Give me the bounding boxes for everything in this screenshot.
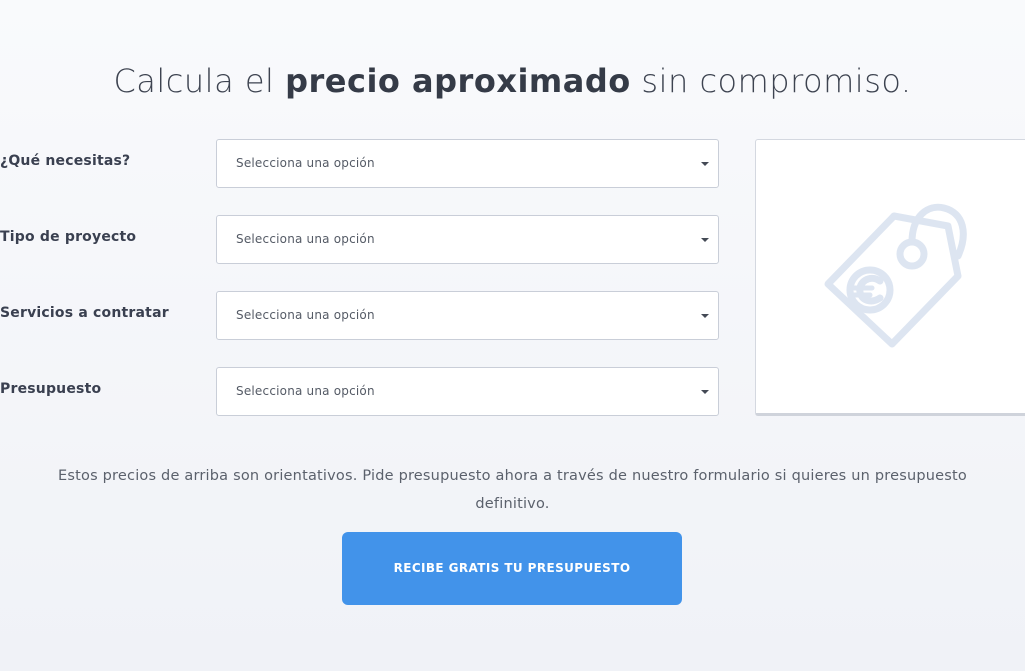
select-project-type[interactable]: Selecciona una opción bbox=[216, 215, 719, 264]
page-title: Calcula el precio aproximado sin comprom… bbox=[0, 62, 1025, 100]
field-label-services: Servicios a contratar bbox=[0, 305, 169, 321]
euro-price-tag-icon bbox=[824, 203, 967, 348]
select-value: Selecciona una opción bbox=[236, 308, 375, 322]
get-free-quote-button[interactable]: RECIBE GRATIS TU PRESUPUESTO bbox=[342, 532, 682, 605]
form-row-what-needed: ¿Qué necesitas? Selecciona una opción bbox=[0, 139, 720, 189]
form-row-budget: Presupuesto Selecciona una opción bbox=[0, 367, 720, 417]
caret-down-icon bbox=[701, 314, 709, 318]
form-row-project-type: Tipo de proyecto Selecciona una opción bbox=[0, 215, 720, 265]
title-prefix: Calcula el bbox=[113, 62, 286, 100]
pricing-disclaimer: Estos precios de arriba son orientativos… bbox=[58, 468, 967, 512]
select-what-needed[interactable]: Selecciona una opción bbox=[216, 139, 719, 188]
form-row-services: Servicios a contratar Selecciona una opc… bbox=[0, 291, 720, 341]
select-budget[interactable]: Selecciona una opción bbox=[216, 367, 719, 416]
title-suffix: sin compromiso. bbox=[630, 62, 912, 100]
select-value: Selecciona una opción bbox=[236, 156, 375, 170]
title-bold: precio aproximado bbox=[285, 62, 631, 100]
select-services[interactable]: Selecciona una opción bbox=[216, 291, 719, 340]
price-illustration-card bbox=[755, 139, 1025, 416]
field-label-budget: Presupuesto bbox=[0, 381, 102, 397]
caret-down-icon bbox=[701, 162, 709, 166]
caret-down-icon bbox=[701, 390, 709, 394]
field-label-what-needed: ¿Qué necesitas? bbox=[0, 153, 131, 169]
field-label-project-type: Tipo de proyecto bbox=[0, 229, 137, 245]
select-value: Selecciona una opción bbox=[236, 232, 375, 246]
caret-down-icon bbox=[701, 238, 709, 242]
select-value: Selecciona una opción bbox=[236, 384, 375, 398]
